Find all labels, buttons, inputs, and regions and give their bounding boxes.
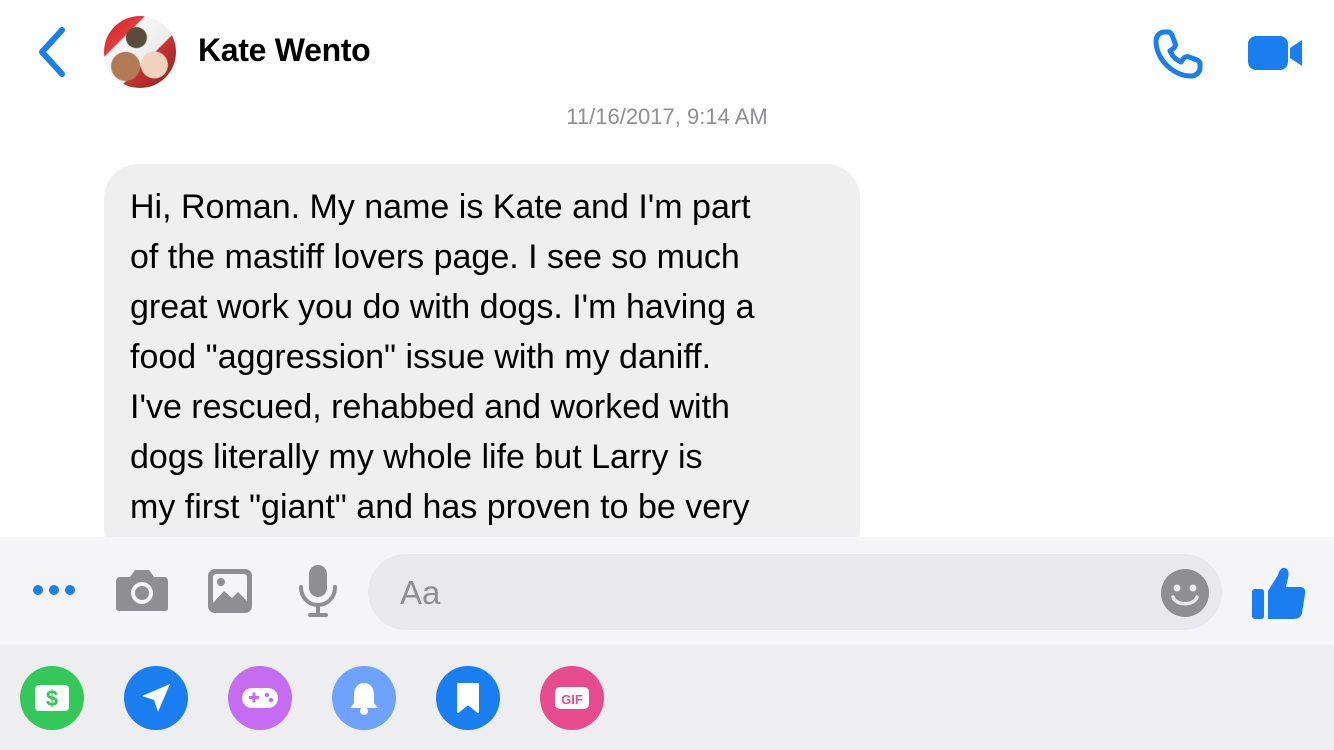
phone-icon (1153, 29, 1203, 79)
message-timestamp: 11/16/2017, 9:14 AM (566, 104, 768, 129)
gif-button[interactable]: GIF (540, 666, 604, 730)
photo-icon (208, 569, 252, 613)
camera-icon (116, 570, 168, 611)
reminders-button[interactable] (332, 666, 396, 730)
send-location-icon (142, 684, 170, 712)
thumbs-up-icon (1252, 567, 1306, 619)
emoji-button[interactable] (1160, 568, 1210, 618)
back-button[interactable] (30, 22, 80, 82)
chevron-left-icon (39, 27, 65, 77)
extensions-tray: $ GIF (0, 645, 1334, 750)
svg-text:$: $ (46, 686, 58, 711)
games-button[interactable] (228, 666, 292, 730)
microphone-icon (299, 565, 337, 617)
gamepad-icon (242, 688, 278, 708)
voice-call-button[interactable] (1150, 26, 1206, 82)
message-input-placeholder: Aa (400, 574, 441, 611)
contact-name[interactable]: Kate Wento (198, 32, 371, 69)
gif-label: GIF (561, 692, 583, 707)
gif-icon: GIF (555, 687, 589, 709)
location-button[interactable] (124, 666, 188, 730)
message-text: Hi, Roman. My name is Kate and I'm part … (130, 188, 755, 526)
dollar-icon: $ (35, 685, 69, 711)
conversation-header: Kate Wento (0, 0, 1334, 100)
saved-button[interactable] (436, 666, 500, 730)
emoji-icon (1161, 569, 1209, 617)
voice-message-button[interactable] (296, 563, 340, 619)
payments-button[interactable]: $ (20, 666, 84, 730)
more-icon (33, 585, 75, 595)
video-call-button[interactable] (1244, 30, 1308, 78)
contact-avatar[interactable] (104, 16, 176, 88)
camera-button[interactable] (114, 565, 170, 613)
bookmark-icon (457, 683, 479, 713)
message-composer: Aa (0, 537, 1334, 645)
bell-icon (350, 683, 378, 715)
photo-gallery-button[interactable] (206, 567, 254, 615)
video-camera-icon (1248, 36, 1302, 70)
incoming-message-bubble[interactable]: Hi, Roman. My name is Kate and I'm part … (104, 164, 860, 564)
message-input[interactable]: Aa (368, 554, 1222, 630)
like-button[interactable] (1248, 563, 1308, 623)
more-actions-button[interactable] (28, 575, 80, 605)
